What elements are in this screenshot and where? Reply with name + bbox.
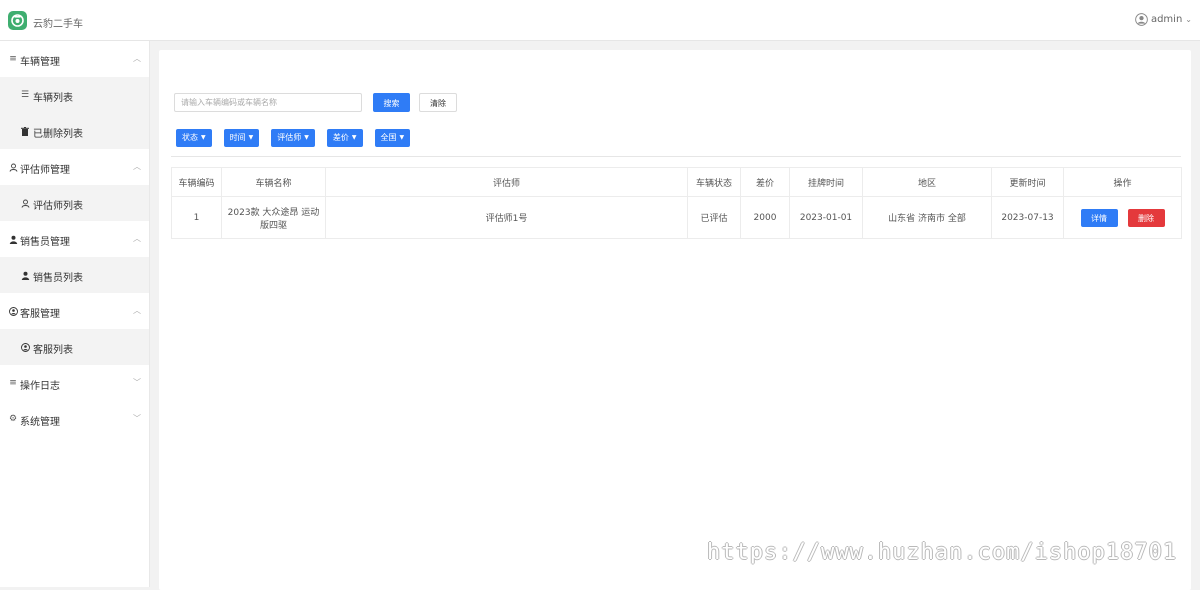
column-header: 操作 [1063, 167, 1182, 197]
headset-icon [8, 306, 18, 316]
filter-status[interactable]: 状态 ▼ [176, 129, 212, 147]
logo-icon [11, 14, 24, 27]
filter-time[interactable]: 时间 ▼ [223, 129, 260, 147]
chevron-up-icon: ︿ [133, 306, 141, 315]
caret-down-icon: ▼ [304, 134, 309, 141]
sidebar-group-label: 系统管理 [20, 417, 60, 428]
sidebar-item-label: 已删除列表 [33, 129, 83, 140]
sidebar-group-sales[interactable]: 销售员管理 ︿ [0, 221, 149, 257]
headset-icon [20, 342, 30, 352]
app-logo[interactable] [8, 11, 27, 30]
menu-icon: ≡ [9, 378, 17, 388]
gear-icon: ⚙ [8, 414, 18, 424]
chevron-up-icon: ︿ [133, 54, 141, 63]
caret-down-icon: ▼ [248, 134, 254, 141]
chevron-up-icon: ︿ [133, 234, 141, 243]
table-header-row: 车辆编码 车辆名称 评估师 车辆状态 差价 挂牌时间 地区 更新时间 操作 [171, 167, 1182, 197]
cell-status: 已评估 [687, 196, 741, 239]
cell-listing-date: 2023-01-01 [789, 196, 863, 239]
sidebar-item-vehicle-list[interactable]: ☰ 车辆列表 [0, 77, 149, 113]
column-header: 车辆编码 [171, 167, 222, 197]
sidebar-group-logs[interactable]: ≡ 操作日志 ﹀ [0, 365, 149, 401]
app-title: 云豹二手车 [33, 19, 83, 30]
menu-icon: ≡ [9, 54, 17, 64]
user-icon [20, 270, 30, 280]
filter-appraiser[interactable]: 评估师 ▼ [271, 129, 315, 147]
chevron-down-icon: ﹀ [133, 414, 141, 423]
watermark-text: https://www.huzhan.com/ishop18701 [707, 540, 1178, 565]
filter-bar: 状态 ▼ 时间 ▼ 评估师 ▼ 差价 ▼ 全国 ▼ [176, 129, 411, 147]
column-header: 更新时间 [991, 167, 1064, 197]
sidebar: ≡ 车辆管理 ︿ ☰ 车辆列表 已删除列表 评估师管理 ︿ 评估师列表 销售员管… [0, 41, 150, 587]
top-header: 云豹二手车 admin ⌄ [0, 0, 1200, 41]
sidebar-item-support-list[interactable]: 客服列表 [0, 329, 149, 365]
vehicle-table: 车辆编码 车辆名称 评估师 车辆状态 差价 挂牌时间 地区 更新时间 操作 1 … [171, 167, 1182, 239]
sidebar-group-system[interactable]: ⚙ 系统管理 ﹀ [0, 401, 149, 437]
divider [171, 156, 1181, 157]
search-input[interactable] [174, 93, 362, 112]
column-header: 车辆状态 [687, 167, 741, 197]
table-row: 1 2023款 大众途昂 运动版四驱 评估师1号 已评估 2000 2023-0… [171, 196, 1182, 239]
sidebar-item-label: 客服列表 [33, 345, 73, 356]
sidebar-item-deleted-list[interactable]: 已删除列表 [0, 113, 149, 149]
caret-down-icon: ▼ [351, 134, 357, 141]
user-menu[interactable]: admin ⌄ [1135, 13, 1192, 26]
avatar-icon [1135, 13, 1148, 26]
sidebar-group-vehicles[interactable]: ≡ 车辆管理 ︿ [0, 41, 149, 77]
chevron-up-icon: ︿ [133, 162, 141, 171]
column-header: 地区 [862, 167, 992, 197]
cell-region: 山东省 济南市 全部 [862, 196, 992, 239]
filter-label: 时间 [229, 133, 246, 142]
user-outline-icon [20, 198, 30, 208]
sidebar-group-label: 销售员管理 [20, 237, 70, 248]
sidebar-item-label: 销售员列表 [33, 273, 83, 284]
filter-region[interactable]: 全国 ▼ [374, 129, 411, 147]
clear-button[interactable]: 清除 [419, 93, 457, 112]
sidebar-item-appraiser-list[interactable]: 评估师列表 [0, 185, 149, 221]
chevron-down-icon: ﹀ [133, 378, 141, 387]
column-header: 评估师 [325, 167, 688, 197]
column-header: 差价 [740, 167, 790, 197]
cell-updated: 2023-07-13 [991, 196, 1064, 239]
sidebar-group-appraisers[interactable]: 评估师管理 ︿ [0, 149, 149, 185]
user-outline-icon [8, 162, 18, 172]
sidebar-item-sales-list[interactable]: 销售员列表 [0, 257, 149, 293]
caret-down-icon: ▼ [201, 134, 206, 141]
cell-actions: 详情 删除 [1063, 196, 1182, 239]
sidebar-group-label: 客服管理 [20, 309, 60, 320]
search-button[interactable]: 搜索 [373, 93, 410, 112]
delete-button[interactable]: 删除 [1127, 208, 1165, 227]
sidebar-item-label: 车辆列表 [33, 93, 73, 104]
filter-label: 差价 [332, 133, 349, 142]
cell-appraiser: 评估师1号 [325, 196, 688, 239]
filter-label: 状态 [182, 133, 198, 142]
cell-name: 2023款 大众途昂 运动版四驱 [221, 196, 326, 239]
caret-down-icon: ▼ [399, 134, 405, 141]
filter-price-diff[interactable]: 差价 ▼ [326, 129, 363, 147]
sidebar-group-label: 评估师管理 [20, 165, 70, 176]
user-icon [8, 234, 18, 244]
sidebar-item-label: 评估师列表 [33, 201, 83, 212]
sidebar-group-label: 车辆管理 [20, 57, 60, 68]
detail-button[interactable]: 详情 [1080, 208, 1118, 227]
filter-label: 全国 [380, 133, 397, 142]
column-header: 车辆名称 [221, 167, 326, 197]
list-icon: ☰ [20, 90, 30, 100]
column-header: 挂牌时间 [789, 167, 863, 197]
cell-id: 1 [171, 196, 222, 239]
content-card: 搜索 清除 状态▼ 时间▼ 评估师▼ 差价▼ 全国▼ 车辆编码 车辆名称 评估师… [159, 50, 1191, 590]
chevron-down-icon: ⌄ [1185, 15, 1192, 24]
trash-icon [20, 126, 30, 136]
sidebar-group-support[interactable]: 客服管理 ︿ [0, 293, 149, 329]
sidebar-group-label: 操作日志 [20, 381, 60, 392]
cell-price-diff: 2000 [740, 196, 790, 239]
filter-label: 评估师 [277, 133, 302, 142]
user-name: admin [1150, 14, 1183, 25]
